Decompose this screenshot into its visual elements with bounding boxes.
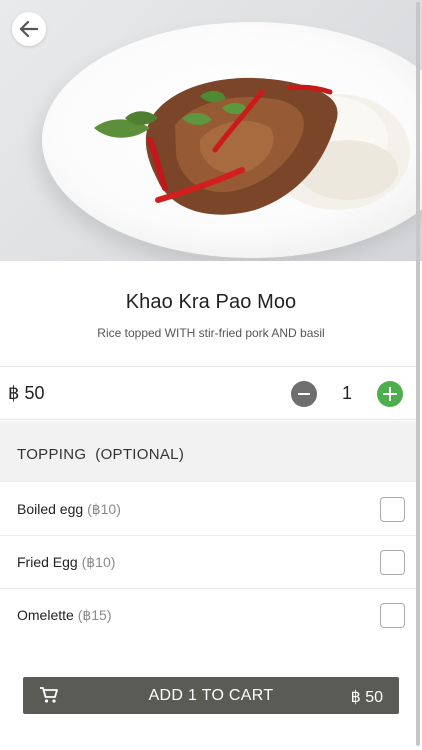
add-to-cart-label: ADD 1 TO CART (148, 687, 274, 704)
topping-checkbox[interactable] (380, 550, 405, 575)
topping-checkbox[interactable] (380, 497, 405, 522)
topping-checkbox[interactable] (380, 603, 405, 628)
dish-price: ฿ 50 (8, 383, 45, 403)
topping-price: (฿10) (81, 554, 116, 570)
topping-option-label: Boiled egg (฿10) (17, 501, 121, 518)
plus-circle-icon[interactable] (377, 381, 403, 407)
topping-option-omelette[interactable]: Omelette (฿15) (0, 589, 416, 642)
minus-circle-icon[interactable] (291, 381, 317, 407)
topping-name: Fried Egg (17, 554, 78, 570)
add-to-cart-button[interactable]: ADD 1 TO CART ฿ 50 (23, 677, 399, 714)
dish-photo (0, 0, 422, 261)
topping-name: Boiled egg (17, 501, 84, 517)
dish-name: Khao Kra Pao Moo (125, 291, 297, 313)
add-to-cart-price: ฿ 50 (350, 689, 383, 706)
food-image (94, 77, 410, 215)
topping-name: Omelette (17, 607, 74, 623)
quantity-value: 1 (341, 383, 352, 403)
price-quantity-row: ฿ 50 1 (0, 366, 416, 420)
dish-description: Rice topped WITH stir-fried pork AND bas… (97, 326, 325, 340)
arrow-left-icon (19, 20, 39, 38)
topping-title: TOPPING (OPTIONAL) (17, 446, 185, 463)
dish-info: Khao Kra Pao Moo Rice topped WITH stir-f… (0, 261, 422, 366)
topping-option-label: Omelette (฿15) (17, 607, 112, 624)
back-button[interactable] (12, 12, 46, 46)
topping-price: (฿15) (77, 607, 112, 623)
topping-price: (฿10) (87, 501, 121, 517)
topping-option-boiled-egg[interactable]: Boiled egg (฿10) (0, 483, 416, 536)
topping-section-header: TOPPING (OPTIONAL) (0, 421, 416, 482)
scrollbar[interactable] (416, 2, 420, 746)
topping-option-label: Fried Egg (฿10) (17, 554, 115, 571)
topping-option-fried-egg[interactable]: Fried Egg (฿10) (0, 536, 416, 589)
